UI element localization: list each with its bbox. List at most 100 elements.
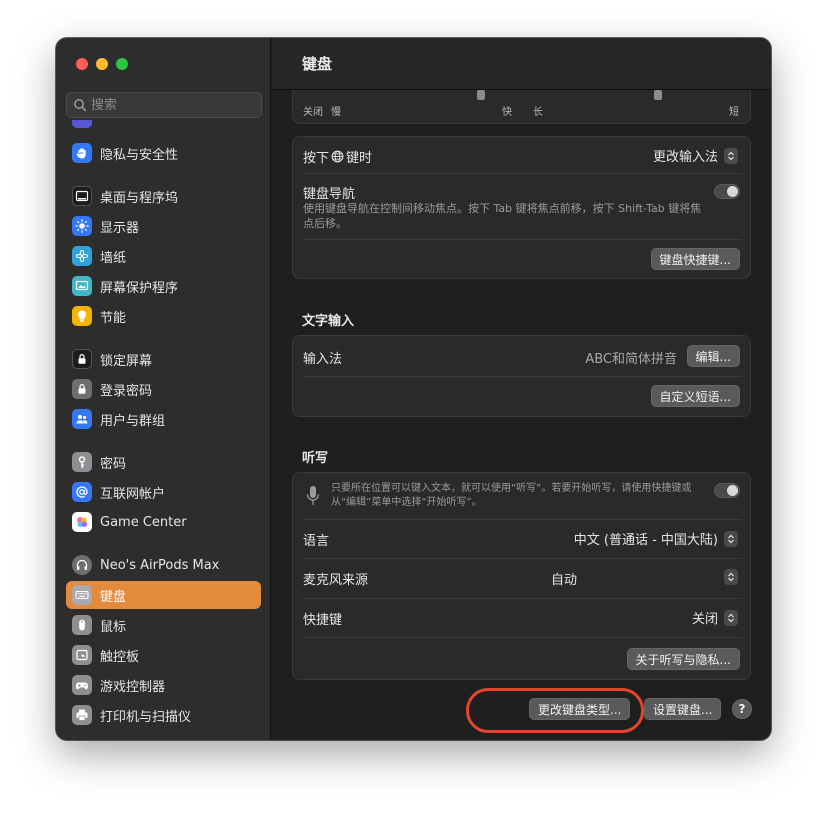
- game-center-icon: [72, 512, 92, 532]
- slider-label-off: 关闭: [303, 107, 323, 118]
- headphones-icon: [72, 555, 92, 575]
- divider: [303, 376, 742, 377]
- search-field[interactable]: [66, 92, 262, 118]
- keyboard-nav-label: 键盘导航: [303, 187, 356, 202]
- sidebar-item-label: 游戏控制器: [100, 679, 166, 695]
- sidebar-item-keyboard[interactable]: 键盘: [66, 581, 261, 609]
- lock-icon: [72, 379, 92, 399]
- sidebar-item-label: 锁定屏幕: [100, 353, 153, 369]
- search-icon: [74, 99, 87, 112]
- sidebar-item-label: 显示器: [100, 220, 140, 236]
- main-pane: 键盘 关闭 慢 快 长 短 按下 键时 更改输入法 键盘导航 使用键盘导航在控制…: [272, 38, 771, 740]
- mouse-icon: [72, 615, 92, 635]
- sidebar-item-label: 互联网帐户: [100, 486, 166, 502]
- bulb-icon: [72, 306, 92, 326]
- microphone-icon: [306, 486, 320, 505]
- help-button[interactable]: ?: [732, 699, 752, 719]
- sidebar-item-login-password[interactable]: 登录密码: [66, 375, 261, 403]
- sidebar-item-label: Game Center: [100, 514, 187, 530]
- search-input[interactable]: [91, 97, 251, 113]
- sidebar-item-displays[interactable]: 显示器: [66, 212, 261, 240]
- users-icon: [72, 409, 92, 429]
- sidebar-item-game-controllers[interactable]: 游戏控制器: [66, 671, 261, 699]
- gamepad-icon: [72, 675, 92, 695]
- slider-label-long: 长: [533, 107, 543, 118]
- change-keyboard-type-button[interactable]: 更改键盘类型...: [529, 698, 631, 720]
- sidebar-item-desktop-dock[interactable]: 桌面与程序坞: [66, 182, 261, 210]
- sidebar-item-wallpaper[interactable]: 墙纸: [66, 242, 261, 270]
- sidebar-item-label: 桌面与程序坞: [100, 190, 179, 206]
- dock-icon: [72, 186, 92, 206]
- globe-icon: [331, 150, 344, 163]
- edit-input-source-button[interactable]: 编辑...: [686, 345, 740, 367]
- screensaver-icon: [72, 276, 92, 296]
- mic-updown-chevron-icon[interactable]: [724, 569, 738, 585]
- sidebar-item-label: 鼠标: [100, 619, 127, 635]
- sidebar-item-printers[interactable]: 打印机与扫描仪: [66, 701, 261, 729]
- keyboard-nav-toggle[interactable]: [714, 184, 740, 199]
- sidebar-item-label: 键盘: [100, 589, 127, 605]
- page-title: 键盘: [302, 55, 333, 73]
- sidebar-item-label: Neo's AirPods Max: [100, 557, 220, 573]
- press-key-suffix: 键时: [346, 151, 373, 166]
- minimize-button[interactable]: [96, 58, 108, 70]
- sidebar-item-trackpad[interactable]: 触控板: [66, 641, 261, 669]
- key-repeat-sliders: 关闭 慢 快 长 短: [292, 90, 751, 124]
- divider: [303, 173, 742, 174]
- sidebar-item-label: 打印机与扫描仪: [100, 709, 192, 725]
- shortcut-popup[interactable]: 关闭: [692, 608, 738, 627]
- keyboard-shortcuts-button[interactable]: 键盘快捷键...: [650, 248, 740, 270]
- keyboard-nav-description: 使用键盘导航在控制间移动焦点。按下 Tab 键将焦点前移，按下 Shift-Ta…: [303, 202, 702, 230]
- custom-phrases-button[interactable]: 自定义短语...: [650, 385, 740, 407]
- close-button[interactable]: [76, 58, 88, 70]
- sidebar-item-game-center[interactable]: Game Center: [66, 508, 261, 536]
- key-icon: [72, 452, 92, 472]
- mic-source-value[interactable]: 自动: [551, 569, 577, 588]
- press-key-label: 按下: [303, 151, 330, 166]
- press-key-value: 更改输入法: [652, 150, 718, 165]
- sidebar-item-screensaver[interactable]: 屏幕保护程序: [66, 272, 261, 300]
- divider: [303, 239, 742, 240]
- mic-source-label: 麦克风来源: [303, 573, 369, 588]
- sidebar-item-lock-screen[interactable]: 锁定屏幕: [66, 345, 261, 373]
- key-repeat-slider-knob[interactable]: [477, 90, 485, 100]
- titlebar: 键盘: [272, 38, 771, 90]
- updown-chevron-icon: [724, 147, 738, 164]
- divider: [303, 558, 742, 559]
- zoom-button[interactable]: [116, 58, 128, 70]
- sun-icon: [72, 216, 92, 236]
- trackpad-icon: [72, 645, 92, 665]
- shortcut-label: 快捷键: [303, 613, 343, 628]
- slider-label-fast: 快: [502, 107, 512, 118]
- shortcut-value: 关闭: [691, 612, 718, 627]
- sidebar-item-users[interactable]: 用户与群组: [66, 405, 261, 433]
- input-source-value: ABC和简体拼音: [585, 352, 677, 367]
- repeat-delay-slider-knob[interactable]: [654, 90, 662, 100]
- language-value: 中文 (普通话 - 中国大陆): [573, 533, 718, 548]
- dictation-toggle[interactable]: [714, 483, 740, 498]
- sidebar-item-label: 用户与群组: [100, 413, 166, 429]
- sidebar-item-label: 屏幕保护程序: [100, 280, 179, 296]
- hand-icon: [72, 143, 92, 163]
- dictation-privacy-button[interactable]: 关于听写与隐私...: [626, 648, 740, 670]
- sidebar-item-airpods[interactable]: Neo's AirPods Max: [66, 551, 261, 579]
- sidebar: 隐私与安全性 桌面与程序坞 显示器 墙纸 屏幕保护程序: [56, 38, 271, 740]
- scrolled-item-partial: [70, 120, 170, 128]
- sidebar-item-internet-accounts[interactable]: 互联网帐户: [66, 478, 261, 506]
- sidebar-item-energy[interactable]: 节能: [66, 302, 261, 330]
- language-popup[interactable]: 中文 (普通话 - 中国大陆): [574, 529, 738, 548]
- slider-label-short: 短: [729, 107, 739, 118]
- at-icon: [72, 482, 92, 502]
- sidebar-item-label: 隐私与安全性: [100, 147, 179, 163]
- sidebar-item-passwords[interactable]: 密码: [66, 448, 261, 476]
- setup-keyboard-button[interactable]: 设置键盘...: [644, 698, 722, 720]
- dictation-group: 只要所在位置可以键入文本，就可以使用“听写”。若要开始听写，请使用快捷键或从“编…: [292, 472, 751, 680]
- divider: [303, 598, 742, 599]
- printer-icon: [72, 705, 92, 725]
- updown-chevron-icon: [724, 609, 738, 626]
- press-key-popup[interactable]: 更改输入法: [653, 146, 738, 165]
- sidebar-item-privacy[interactable]: 隐私与安全性: [66, 139, 261, 167]
- keyboard-icon: [72, 585, 92, 605]
- sidebar-item-mouse[interactable]: 鼠标: [66, 611, 261, 639]
- sidebar-item-label: 密码: [100, 456, 127, 472]
